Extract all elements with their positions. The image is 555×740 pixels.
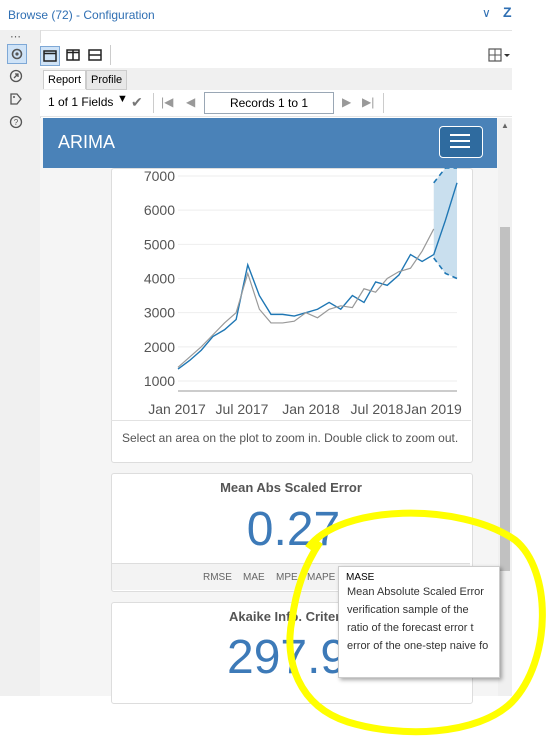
- y-tick-label: 4000: [144, 271, 175, 287]
- chart-hint: Select an area on the plot to zoom in. D…: [122, 431, 459, 445]
- tag-icon[interactable]: [7, 90, 25, 108]
- x-tick-label: Jan 2017: [148, 401, 206, 417]
- chevron-down-icon[interactable]: ▼: [117, 93, 128, 105]
- next-record-icon[interactable]: ▶: [342, 95, 351, 109]
- x-tick-label: Jan 2018: [282, 401, 340, 417]
- single-view-icon[interactable]: [40, 46, 60, 66]
- metric-tab-mae[interactable]: MAE: [243, 572, 265, 583]
- highlight-annotation: [286, 509, 546, 736]
- metric-title: Mean Abs Scaled Error: [220, 480, 362, 495]
- svg-text:?: ?: [14, 118, 19, 127]
- fields-selector[interactable]: 1 of 1 Fields: [48, 95, 113, 109]
- report-title: ARIMA: [58, 132, 116, 152]
- gear-icon[interactable]: [7, 44, 27, 64]
- hamburger-menu-icon: [450, 134, 470, 136]
- y-tick-label: 6000: [144, 202, 175, 218]
- navigator-divider: [383, 93, 384, 113]
- pin-icon[interactable]: Z: [503, 4, 512, 20]
- y-tick-label: 5000: [144, 236, 175, 252]
- metric-tab-rmse[interactable]: RMSE: [203, 572, 232, 583]
- x-tick-label: Jan 2019: [404, 401, 462, 417]
- chart-divider: [111, 420, 471, 421]
- split-horizontal-icon[interactable]: [86, 46, 104, 64]
- confidence-band: [433, 168, 457, 279]
- y-tick-label: 1000: [144, 373, 175, 389]
- table-options-icon[interactable]: [488, 48, 510, 67]
- window-title: Browse (72) - Configuration: [8, 8, 155, 22]
- check-icon[interactable]: ✔: [131, 94, 143, 111]
- menu-button[interactable]: [439, 126, 483, 158]
- more-dots-icon[interactable]: ⋯: [10, 30, 21, 43]
- chevron-down-icon[interactable]: ∨: [482, 6, 491, 20]
- forecast-chart[interactable]: 1000 2000 3000 4000 5000 6000 7000 Jan 2017 Jul…: [111, 168, 471, 426]
- y-tick-label: 2000: [144, 339, 175, 355]
- scroll-up-icon[interactable]: ▲: [501, 121, 509, 130]
- split-vertical-icon[interactable]: [64, 46, 82, 64]
- toolbar-divider: [110, 45, 111, 65]
- tab-profile[interactable]: Profile: [86, 70, 128, 90]
- first-record-icon[interactable]: |◀: [161, 95, 173, 109]
- previous-record-icon[interactable]: ◀: [186, 95, 195, 109]
- y-tick-label: 3000: [144, 305, 175, 321]
- tab-report[interactable]: Report: [43, 70, 87, 89]
- series-line-actual: [177, 182, 458, 370]
- x-tick-label: Jul 2017: [216, 401, 269, 417]
- y-tick-label: 7000: [144, 168, 175, 184]
- connection-icon[interactable]: [7, 67, 25, 85]
- records-range-field[interactable]: Records 1 to 1: [204, 92, 334, 114]
- x-tick-label: Jul 2018: [351, 401, 404, 417]
- last-record-icon[interactable]: ▶|: [362, 95, 374, 109]
- navigator-divider: [153, 93, 154, 113]
- hamburger-menu-icon: [450, 140, 470, 142]
- help-icon[interactable]: ?: [7, 113, 25, 131]
- hamburger-menu-icon: [450, 146, 470, 148]
